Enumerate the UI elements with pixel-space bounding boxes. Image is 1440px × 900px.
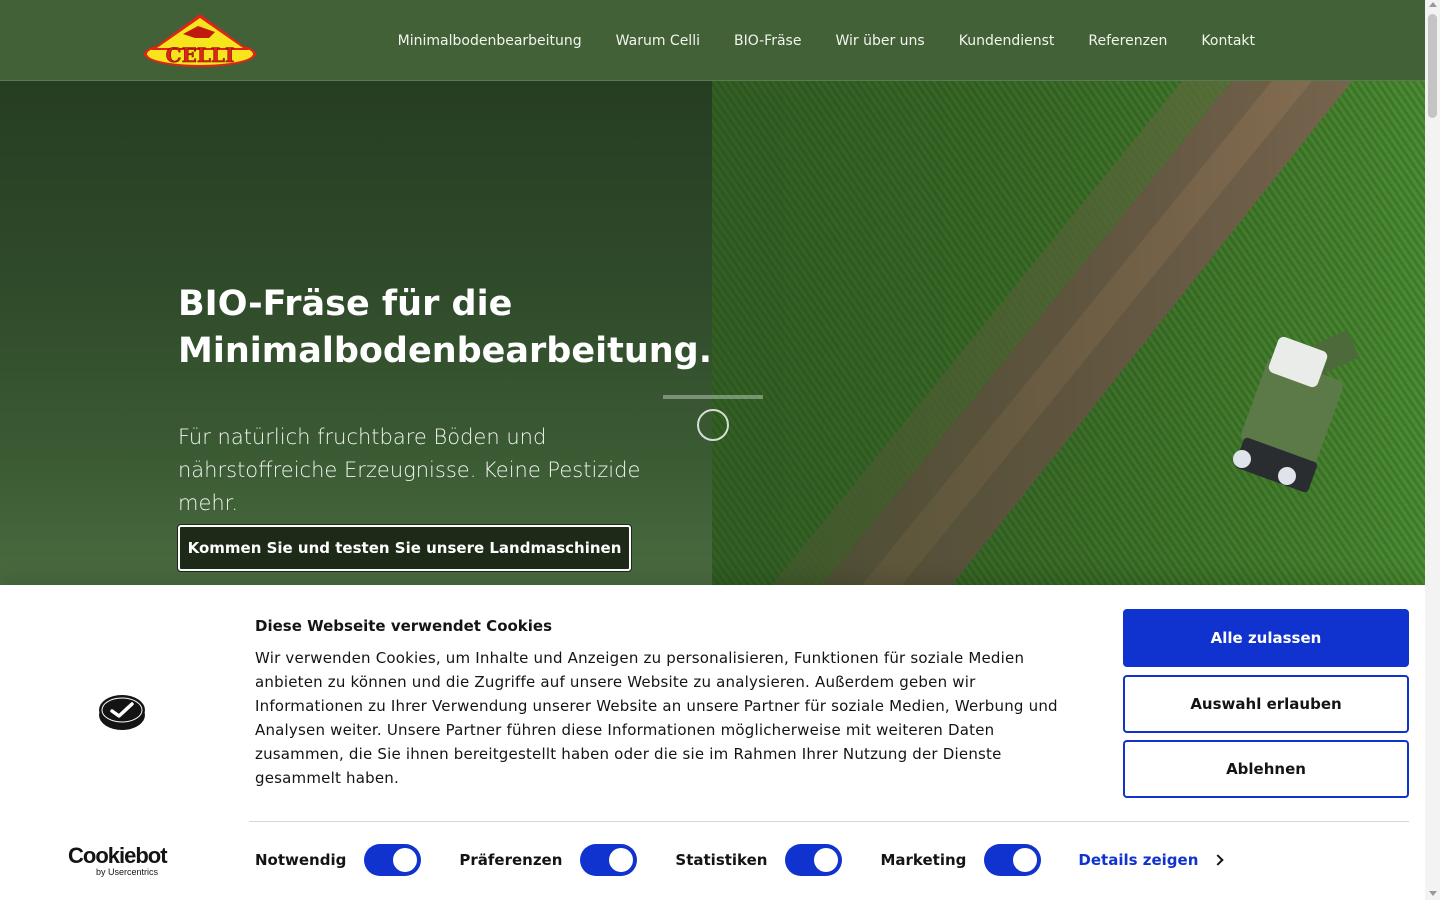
cookie-divider — [249, 821, 1409, 822]
cookie-banner: Cookiebot by Usercentrics Diese Webseite… — [0, 585, 1425, 900]
page-scrollbar[interactable] — [1425, 0, 1440, 900]
loading-spinner-icon — [697, 409, 729, 441]
site-header: CELLI Minimalbodenbearbeitung Warum Cell… — [0, 0, 1425, 81]
nav-wir-ueber-uns[interactable]: Wir über uns — [835, 33, 924, 49]
toggle-necessary-switch[interactable] — [364, 844, 422, 876]
toggle-statistics-label: Statistiken — [675, 851, 768, 869]
main-nav: Minimalbodenbearbeitung Warum Celli BIO-… — [364, 0, 1255, 81]
toggle-preferences: Präferenzen — [459, 844, 638, 876]
cookie-description: Wir verwenden Cookies, um Inhalte und An… — [255, 649, 1058, 787]
cookie-consent-toggles: Notwendig Präferenzen Statistiken Market… — [255, 843, 1225, 877]
hero-title-line1: BIO-Fräse für die — [178, 284, 513, 324]
toggle-preferences-switch[interactable] — [580, 844, 638, 876]
hero-subtitle: Für natürlich fruchtbare Böden und nährs… — [178, 421, 698, 520]
video-progress-bar — [663, 395, 763, 399]
hero-subtitle-line1: Für natürlich fruchtbare Böden und — [178, 425, 547, 449]
nav-minimalbodenbearbeitung[interactable]: Minimalbodenbearbeitung — [398, 33, 582, 49]
nav-bio-fraese[interactable]: BIO-Fräse — [734, 33, 801, 49]
cookie-title: Diese Webseite verwendet Cookies — [255, 617, 553, 635]
toggle-preferences-label: Präferenzen — [459, 851, 563, 869]
show-details-label: Details zeigen — [1078, 851, 1199, 869]
hero-section: BIO-Fräse für die Minimalbodenbearbeitun… — [0, 81, 1425, 585]
toggle-knob — [393, 848, 418, 872]
cookiebot-brand[interactable]: Cookiebot by Usercentrics — [68, 843, 176, 877]
scroll-up-arrow-icon[interactable] — [1429, 2, 1437, 7]
hero-field-tractor-image — [712, 81, 1425, 585]
hero-title-line2: Minimalbodenbearbeitung. — [178, 331, 713, 371]
test-machines-button[interactable]: Kommen Sie und testen Sie unsere Landmas… — [178, 525, 631, 571]
hero-title: BIO-Fräse für die Minimalbodenbearbeitun… — [178, 281, 712, 375]
toggle-necessary: Notwendig — [255, 844, 422, 876]
deny-button[interactable]: Ablehnen — [1123, 740, 1409, 798]
nav-referenzen[interactable]: Referenzen — [1088, 33, 1167, 49]
toggle-marketing-switch[interactable] — [984, 844, 1042, 876]
show-details-link[interactable]: Details zeigen — [1078, 851, 1225, 869]
nav-warum-celli[interactable]: Warum Celli — [616, 33, 700, 49]
svg-text:CELLI: CELLI — [166, 43, 235, 67]
toggle-knob — [609, 848, 634, 872]
allow-selection-button[interactable]: Auswahl erlauben — [1123, 675, 1409, 733]
allow-all-button[interactable]: Alle zulassen — [1123, 609, 1409, 667]
toggle-necessary-label: Notwendig — [255, 851, 347, 869]
chevron-right-icon — [1212, 854, 1225, 866]
cookiebot-brand-name: Cookiebot — [68, 843, 168, 868]
scroll-down-arrow-icon[interactable] — [1429, 891, 1437, 896]
cookiebot-icon — [99, 695, 145, 730]
toggle-statistics-switch[interactable] — [785, 844, 843, 876]
scrollbar-thumb[interactable] — [1428, 14, 1437, 118]
toggle-marketing-label: Marketing — [880, 851, 967, 869]
nav-kontakt[interactable]: Kontakt — [1201, 33, 1255, 49]
toggle-knob — [1013, 848, 1038, 872]
toggle-statistics: Statistiken — [675, 844, 843, 876]
toggle-marketing: Marketing — [880, 844, 1042, 876]
celli-logo[interactable]: CELLI — [143, 12, 258, 68]
nav-kundendienst[interactable]: Kundendienst — [959, 33, 1055, 49]
toggle-knob — [814, 848, 839, 872]
hero-subtitle-line2: nährstoffreiche Erzeugnisse. Keine Pesti… — [178, 458, 641, 515]
